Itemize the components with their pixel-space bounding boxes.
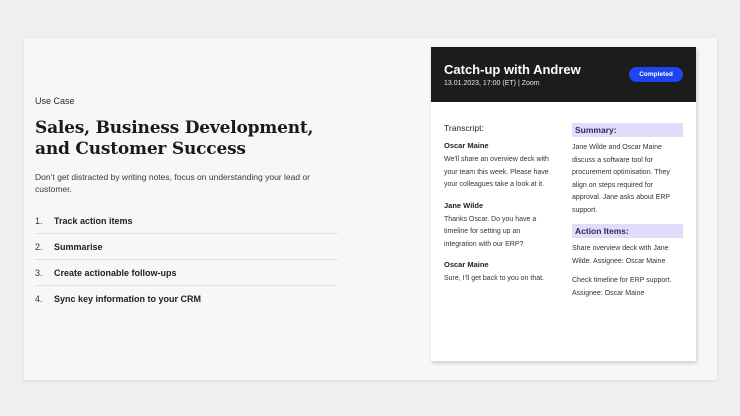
speaker-text: We’ll share an overview deck with your t… [444,156,549,188]
summary-heading: Summary: [572,123,683,137]
speaker-text: Thanks Oscar. Do you have a timeline for… [444,215,537,248]
status-badge: Completed [629,67,683,82]
insights-column: Summary: Jane Wilde and Oscar Maine disc… [572,123,683,307]
transcript-column: Transcript: Oscar Maine We’ll share an o… [444,123,552,307]
feature-label: Create actionable follow-ups [54,267,177,278]
feature-label: Summarise [54,241,103,252]
feature-number: 3. [35,267,43,278]
feature-list: 1. Track action items 2. Summarise 3. Cr… [35,208,338,312]
transcript-entry: Jane Wilde Thanks Oscar. Do you have a t… [444,201,552,252]
feature-label: Sync key information to your CRM [54,294,202,304]
use-case-card: Use Case Sales, Business Development, an… [24,38,717,380]
action-item: Check timeline for ERP support. Assignee… [572,277,672,297]
action-items-heading: Action Items: [572,224,683,238]
feature-number: 2. [35,241,43,252]
action-item: Share overview deck with Jane Wilde. Ass… [572,245,669,265]
feature-item: 2. Summarise [35,234,338,260]
feature-item: 1. Track action items [35,208,338,234]
speaker-name: Oscar Maine [444,260,489,269]
summary-text: Jane Wilde and Oscar Maine discuss a sof… [572,144,670,214]
use-case-title: Sales, Business Development, and Custome… [35,118,314,159]
use-case-content: Use Case Sales, Business Development, an… [35,96,338,312]
meeting-body: Transcript: Oscar Maine We’ll share an o… [444,123,683,307]
eyebrow-label: Use Case [35,96,75,106]
transcript-heading: Transcript: [444,123,484,133]
feature-item: 4. Sync key information to your CRM [35,286,338,312]
speaker-name: Jane Wilde [444,200,484,210]
transcript-entry: Oscar Maine Sure, I’ll get back to you o… [444,260,552,286]
transcript-entry: Oscar Maine We’ll share an overview deck… [444,141,552,192]
use-case-description: Don’t get distracted by writing notes, f… [35,172,310,194]
feature-label: Track action items [54,215,133,226]
meeting-header: Catch-up with Andrew 13.01.2023, 17:00 (… [431,47,696,102]
feature-number: 1. [35,215,43,226]
meeting-notes-card: Catch-up with Andrew 13.01.2023, 17:00 (… [431,47,696,361]
feature-item: 3. Create actionable follow-ups [35,260,338,286]
feature-number: 4. [35,294,43,304]
speaker-name: Oscar Maine [444,141,489,150]
speaker-text: Sure, I’ll get back to you on that. [444,275,545,282]
